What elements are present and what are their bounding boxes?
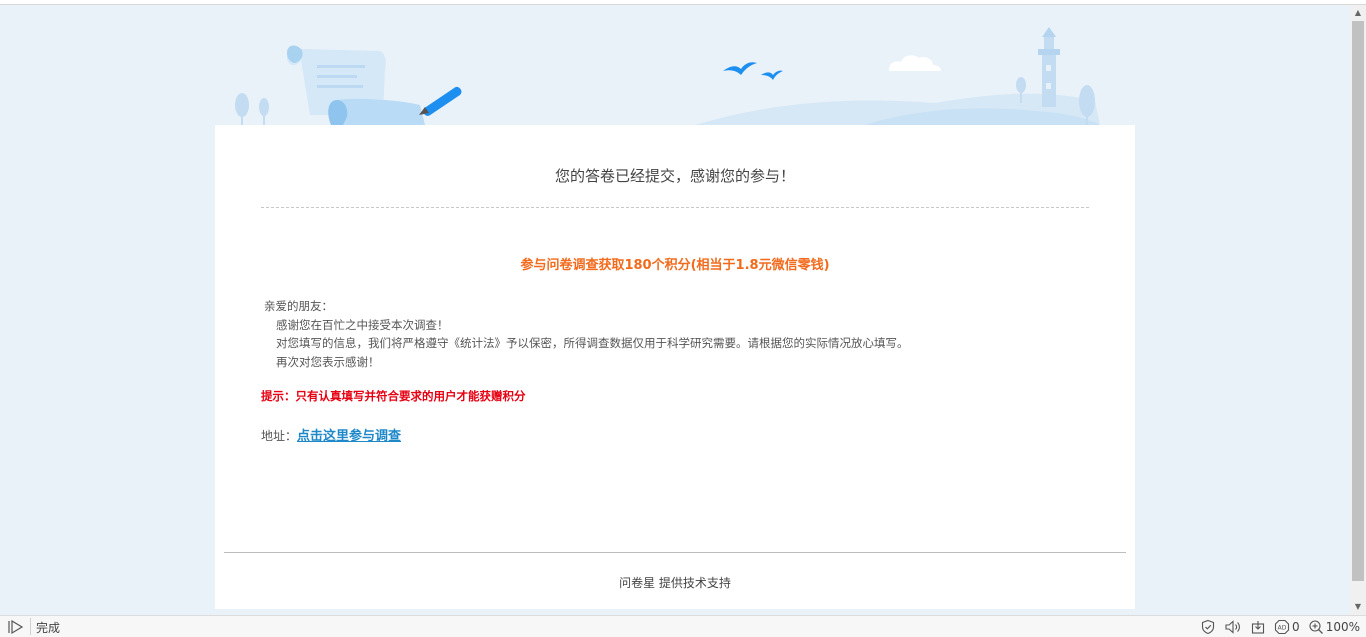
letter-greeting: 亲爱的朋友： (264, 299, 333, 313)
letter-body: 亲爱的朋友： 感谢您在百忙之中接受本次调查！ 对您填写的信息，我们将严格遵守《统… (264, 297, 909, 371)
scroll-up-arrow-icon[interactable]: ▲ (1350, 5, 1366, 21)
status-text: 完成 (36, 621, 61, 635)
scroll-thumb[interactable] (1352, 21, 1364, 581)
page-viewport: 您的答卷已经提交，感谢您的参与！ 参与问卷调查获取180个积分(相当于1.8元微… (0, 5, 1350, 615)
zoom-control[interactable]: 100% (1308, 618, 1360, 636)
zoom-level: 100% (1325, 620, 1360, 634)
letter-line: 感谢您在百忙之中接受本次调查！ (276, 317, 449, 332)
speaker-icon[interactable] (1224, 618, 1242, 636)
letter-line: 对您填写的信息，我们将严格遵守《统计法》予以保密，所得调查数据仅用于科学研究需要… (276, 336, 909, 350)
address-row: 地址：点击这里参与调查 (261, 425, 401, 444)
status-bar: 完成 AD 0 100% (0, 615, 1366, 637)
confirmation-card: 您的答卷已经提交，感谢您的参与！ 参与问卷调查获取180个积分(相当于1.8元微… (215, 125, 1135, 609)
page-title: 您的答卷已经提交，感谢您的参与！ (554, 167, 795, 185)
reward-headline: 参与问卷调查获取180个积分(相当于1.8元微信零钱) (520, 258, 830, 273)
address-label: 地址： (261, 429, 298, 443)
header-illustration (235, 27, 1100, 125)
scroll-down-arrow-icon[interactable]: ▼ (1350, 599, 1366, 615)
shield-icon[interactable] (1200, 618, 1216, 636)
footer-divider (224, 552, 1126, 553)
letter-line: 再次对您表示感谢！ (276, 354, 380, 369)
play-icon[interactable] (6, 619, 26, 635)
dashed-divider (261, 207, 1089, 208)
status-separator (30, 618, 31, 635)
tip-notice: 提示：只有认真填写并符合要求的用户才能获赠积分 (261, 389, 526, 403)
status-icons: AD 0 100% (1200, 618, 1360, 636)
footer-credit: 问卷星 提供技术支持 (619, 576, 731, 590)
download-box-icon[interactable] (1250, 618, 1266, 636)
zoom-icon (1309, 620, 1323, 634)
blocked-count: 0 (1292, 620, 1300, 634)
svg-text:AD: AD (1278, 625, 1287, 632)
vertical-scrollbar[interactable]: ▲ ▼ (1350, 5, 1366, 615)
adblock-icon[interactable]: AD 0 (1274, 618, 1300, 636)
survey-link[interactable]: 点击这里参与调查 (297, 429, 401, 444)
